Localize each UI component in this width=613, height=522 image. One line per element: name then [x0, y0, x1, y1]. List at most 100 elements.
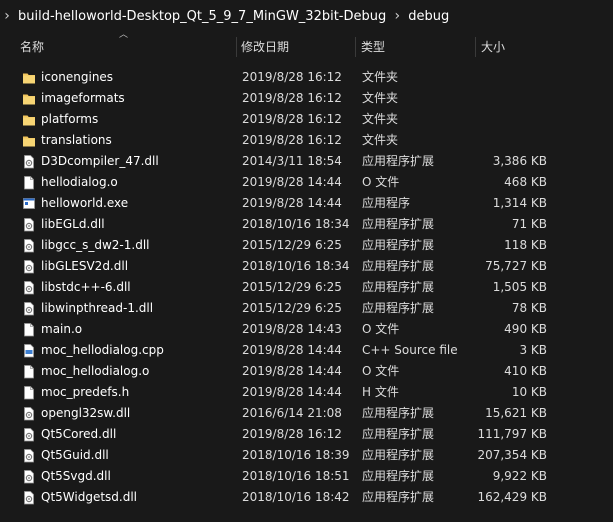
file-type: 文件夹 [362, 91, 399, 105]
file-name: libEGLd.dll [41, 217, 105, 231]
file-size: 15,621 KB [485, 406, 547, 420]
file-row[interactable]: Qt5Cored.dll 2019/8/28 16:12 应用程序扩展 111,797… [0, 424, 613, 445]
file-row[interactable]: libstdc++-6.dll 2015/12/29 6:25 应用程序扩展 1,50… [0, 277, 613, 298]
file-type: H 文件 [362, 385, 399, 399]
file-size: 78 KB [511, 301, 547, 315]
file-row[interactable]: Qt5Widgetsd.dll 2018/10/16 18:42 应用程序扩展 162… [0, 487, 613, 508]
file-date: 2019/8/28 14:43 [242, 322, 342, 336]
file-size: 118 KB [504, 238, 547, 252]
file-row[interactable]: platforms 2019/8/28 16:12 文件夹 [0, 109, 613, 130]
file-name: imageformats [41, 91, 125, 105]
file-type: O 文件 [362, 322, 400, 336]
dll-icon [22, 301, 36, 316]
file-name: opengl32sw.dll [41, 406, 131, 420]
file-row[interactable]: moc_hellodialog.o 2019/8/28 14:44 O 文件 410 … [0, 361, 613, 382]
breadcrumb-item-project[interactable]: build-helloworld-Desktop_Qt_5_9_7_MinGW_… [14, 9, 390, 24]
file-date: 2019/8/28 16:12 [242, 133, 342, 147]
file-row[interactable]: opengl32sw.dll 2016/6/14 21:08 应用程序扩展 15,62… [0, 403, 613, 424]
file-row[interactable]: Qt5Svgd.dll 2018/10/16 18:51 应用程序扩展 9,922 K… [0, 466, 613, 487]
file-type: 应用程序扩展 [362, 406, 435, 420]
column-name-header[interactable]: 名称 [20, 33, 235, 61]
file-row[interactable]: translations 2019/8/28 16:12 文件夹 [0, 130, 613, 151]
file-size: 1,505 KB [492, 280, 547, 294]
file-name: libgcc_s_dw2-1.dll [41, 238, 150, 252]
file-date: 2018/10/16 18:42 [242, 490, 350, 504]
file-name: helloworld.exe [41, 196, 129, 210]
file-name: libGLESV2d.dll [41, 259, 129, 273]
file-icon [22, 364, 36, 379]
file-name: Qt5Cored.dll [41, 427, 117, 441]
file-size: 9,922 KB [492, 469, 547, 483]
file-name: D3Dcompiler_47.dll [41, 154, 159, 168]
file-type: 应用程序扩展 [362, 238, 435, 252]
file-type: O 文件 [362, 364, 400, 378]
column-header: 名称 修改日期 类型 大小 [0, 33, 613, 61]
file-date: 2015/12/29 6:25 [242, 280, 342, 294]
file-row[interactable]: helloworld.exe 2019/8/28 14:44 应用程序 1,314 K… [0, 193, 613, 214]
file-date: 2016/6/14 21:08 [242, 406, 342, 420]
file-name: iconengines [41, 70, 114, 84]
dll-icon [22, 217, 36, 232]
file-row[interactable]: libGLESV2d.dll 2018/10/16 18:34 应用程序扩展 75,7… [0, 256, 613, 277]
file-name: translations [41, 133, 112, 147]
file-row[interactable]: hellodialog.o 2019/8/28 14:44 O 文件 468 KB [0, 172, 613, 193]
file-size: 75,727 KB [485, 259, 547, 273]
file-explorer-window: › build-helloworld-Desktop_Qt_5_9_7_MinG… [0, 0, 613, 522]
file-type: O 文件 [362, 175, 400, 189]
dll-icon [22, 469, 36, 484]
file-row[interactable]: libEGLd.dll 2018/10/16 18:34 应用程序扩展 71 KB [0, 214, 613, 235]
column-divider[interactable] [236, 37, 237, 57]
file-size: 207,354 KB [477, 448, 547, 462]
file-row[interactable]: main.o 2019/8/28 14:43 O 文件 490 KB [0, 319, 613, 340]
dll-icon [22, 238, 36, 253]
file-date: 2019/8/28 14:44 [242, 385, 342, 399]
file-size: 3 KB [519, 343, 547, 357]
file-date: 2019/8/28 14:44 [242, 196, 342, 210]
file-size: 111,797 KB [477, 427, 547, 441]
chevron-right-icon[interactable]: › [0, 8, 14, 24]
column-divider[interactable] [355, 37, 356, 57]
folder-icon [22, 70, 36, 85]
file-type: 应用程序扩展 [362, 427, 435, 441]
exe-icon [22, 196, 36, 211]
column-type-header[interactable]: 类型 [361, 33, 471, 61]
file-type: 应用程序扩展 [362, 448, 435, 462]
column-date-header[interactable]: 修改日期 [241, 33, 351, 61]
file-size: 71 KB [511, 217, 547, 231]
file-row[interactable]: libgcc_s_dw2-1.dll 2015/12/29 6:25 应用程序扩展 1… [0, 235, 613, 256]
file-type: 文件夹 [362, 70, 399, 84]
file-type: 应用程序扩展 [362, 217, 435, 231]
file-size: 468 KB [504, 175, 547, 189]
file-icon [22, 385, 36, 400]
file-name: Qt5Widgetsd.dll [41, 490, 138, 504]
breadcrumb-item-debug[interactable]: debug [404, 9, 453, 24]
file-date: 2018/10/16 18:39 [242, 448, 350, 462]
dll-icon [22, 280, 36, 295]
file-name: main.o [41, 322, 83, 336]
column-size-header[interactable]: 大小 [481, 33, 561, 61]
file-row[interactable]: Qt5Guid.dll 2018/10/16 18:39 应用程序扩展 207,354… [0, 445, 613, 466]
file-name: hellodialog.o [41, 175, 118, 189]
chevron-right-icon[interactable]: › [390, 8, 404, 24]
file-type: C++ Source file [362, 343, 458, 357]
file-row[interactable]: imageformats 2019/8/28 16:12 文件夹 [0, 88, 613, 109]
file-row[interactable]: D3Dcompiler_47.dll 2014/3/11 18:54 应用程序扩展 3… [0, 151, 613, 172]
file-type: 文件夹 [362, 133, 399, 147]
dll-icon [22, 427, 36, 442]
file-date: 2019/8/28 16:12 [242, 112, 342, 126]
file-type: 应用程序扩展 [362, 280, 435, 294]
dll-icon [22, 154, 36, 169]
file-date: 2018/10/16 18:34 [242, 259, 350, 273]
column-divider[interactable] [475, 37, 476, 57]
file-name: moc_hellodialog.o [41, 364, 150, 378]
file-row[interactable]: iconengines 2019/8/28 16:12 文件夹 [0, 67, 613, 88]
file-type: 文件夹 [362, 112, 399, 126]
dll-icon [22, 490, 36, 505]
file-name: libstdc++-6.dll [41, 280, 131, 294]
file-type: 应用程序扩展 [362, 490, 435, 504]
file-row[interactable]: libwinpthread-1.dll 2015/12/29 6:25 应用程序扩展… [0, 298, 613, 319]
folder-icon [22, 91, 36, 106]
file-row[interactable]: moc_predefs.h 2019/8/28 14:44 H 文件 10 KB [0, 382, 613, 403]
cpp-icon [22, 343, 36, 358]
file-row[interactable]: moc_hellodialog.cpp 2019/8/28 14:44 C++ So… [0, 340, 613, 361]
